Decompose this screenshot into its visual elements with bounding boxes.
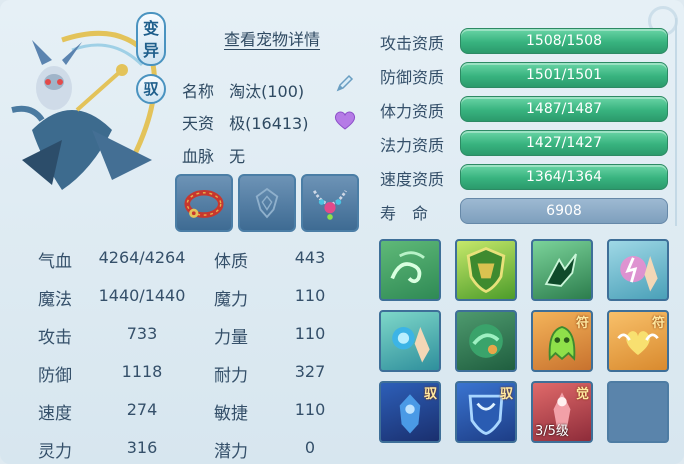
heart-icon[interactable] (333, 109, 357, 131)
pet-bloodline-row: 血脉 无 (182, 143, 245, 167)
skill-slot-9[interactable]: 驭 (379, 381, 441, 443)
skill-slot-2[interactable] (455, 239, 517, 301)
pet-name-value: 淘汰(100) (229, 82, 305, 101)
stat-speed-label: 速度 (38, 404, 72, 424)
attr-magic-label: 魔力 (214, 290, 248, 310)
empty-equip-icon (255, 187, 279, 219)
red-collar-icon (184, 189, 224, 218)
attr-endurance-label: 耐力 (214, 366, 248, 386)
pet-bloodline-label: 血脉 (182, 147, 215, 166)
talisman-tag: 符 (575, 316, 589, 331)
bond-tag: 驭 (499, 387, 513, 402)
stat-hp-value: 4264/4264 (98, 248, 186, 267)
attr-constitution-value: 443 (294, 248, 326, 267)
pet-talent-label: 天资 (182, 114, 215, 133)
aptitude-attack-row: 攻击资质 1508/1508 (380, 26, 676, 54)
aptitude-stamina-label: 体力资质 (380, 102, 445, 121)
nature-sphere-icon (469, 324, 503, 358)
pencil-icon[interactable] (334, 72, 356, 94)
mutation-badge: 变异 (136, 12, 166, 66)
aptitude-defense-label: 防御资质 (380, 68, 445, 87)
equip-slot-empty[interactable] (238, 174, 296, 232)
thunder-palm-icon (620, 255, 658, 292)
aptitude-mana-label: 法力资质 (380, 136, 445, 155)
pet-name-label: 名称 (182, 82, 215, 101)
lifespan-bar: 6908 (460, 198, 668, 224)
stat-speed-value: 274 (126, 400, 158, 419)
bond-tag: 驭 (423, 387, 437, 402)
lifespan-row: 寿 命 6908 (380, 196, 676, 224)
aptitude-attack-bar: 1508/1508 (460, 28, 668, 54)
shield-icon (466, 246, 506, 294)
pet-bloodline-value: 无 (229, 147, 246, 166)
equip-slot-necklace[interactable] (301, 174, 359, 232)
aptitude-speed-label: 速度资质 (380, 170, 445, 189)
bond-badge: 驭 (136, 74, 166, 104)
skill-slot-3[interactable] (531, 239, 593, 301)
skill-slot-5[interactable] (379, 310, 441, 372)
aptitude-panel: 攻击资质 1508/1508 防御资质 1501/1501 体力资质 1487/… (372, 18, 677, 226)
aptitude-speed-row: 速度资质 1364/1364 (380, 162, 676, 190)
skill-slot-8[interactable]: 符 (607, 310, 669, 372)
stat-spirit-value: 316 (126, 438, 158, 457)
attr-constitution-label: 体质 (214, 252, 248, 272)
skill-slot-empty[interactable] (607, 381, 669, 443)
stat-attack-value: 733 (126, 324, 158, 343)
awaken-level: 3/5级 (535, 424, 569, 439)
view-pet-details-link[interactable]: 查看宠物详情 (224, 26, 320, 50)
stat-spirit-label: 灵力 (38, 442, 72, 462)
attr-potential-label: 潜力 (214, 442, 248, 462)
aptitude-mana-bar: 1427/1427 (460, 130, 668, 156)
aptitude-stamina-row: 体力资质 1487/1487 (380, 94, 676, 122)
aptitude-speed-bar: 1364/1364 (460, 164, 668, 190)
skill-slot-11[interactable]: 觉 3/5级 (531, 381, 593, 443)
water-orb-icon (392, 326, 430, 363)
wind-swirl-icon (390, 251, 425, 284)
attr-strength-value: 110 (294, 324, 326, 343)
skill-slot-7[interactable]: 符 (531, 310, 593, 372)
attr-endurance-value: 327 (294, 362, 326, 381)
talisman-tag: 符 (651, 316, 665, 331)
attr-strength-label: 力量 (214, 328, 248, 348)
beast-charge-icon (544, 253, 577, 287)
attr-potential-value: 0 (304, 438, 316, 457)
skill-slot-1[interactable] (379, 239, 441, 301)
stat-defense-value: 1118 (121, 362, 163, 381)
pet-name-row: 名称 淘汰(100) (182, 78, 304, 102)
aptitude-defense-bar: 1501/1501 (460, 62, 668, 88)
lifespan-label: 寿 命 (380, 204, 429, 223)
aptitude-mana-row: 法力资质 1427/1427 (380, 128, 676, 156)
stat-attack-label: 攻击 (38, 328, 72, 348)
awaken-tag: 觉 (575, 387, 589, 402)
attr-magic-value: 110 (294, 286, 326, 305)
equip-slot-collar[interactable] (175, 174, 233, 232)
pet-talent-value: 极(16413) (229, 114, 309, 133)
aptitude-defense-row: 防御资质 1501/1501 (380, 60, 676, 88)
mutation-badge-text: 变异 (143, 19, 160, 60)
gem-necklace-icon (312, 190, 348, 220)
attr-agility-label: 敏捷 (214, 404, 248, 424)
stat-mp-value: 1440/1440 (98, 286, 186, 305)
attr-agility-value: 110 (294, 400, 326, 419)
aptitude-attack-label: 攻击资质 (380, 34, 445, 53)
pet-talent-row: 天资 极(16413) (182, 110, 308, 134)
aptitude-stamina-bar: 1487/1487 (460, 96, 668, 122)
stat-hp-label: 气血 (38, 252, 72, 272)
skill-slot-4[interactable] (607, 239, 669, 301)
stat-mp-label: 魔法 (38, 290, 72, 310)
skill-slot-6[interactable] (455, 310, 517, 372)
stat-defense-label: 防御 (38, 366, 72, 386)
skill-slot-10[interactable]: 驭 (455, 381, 517, 443)
